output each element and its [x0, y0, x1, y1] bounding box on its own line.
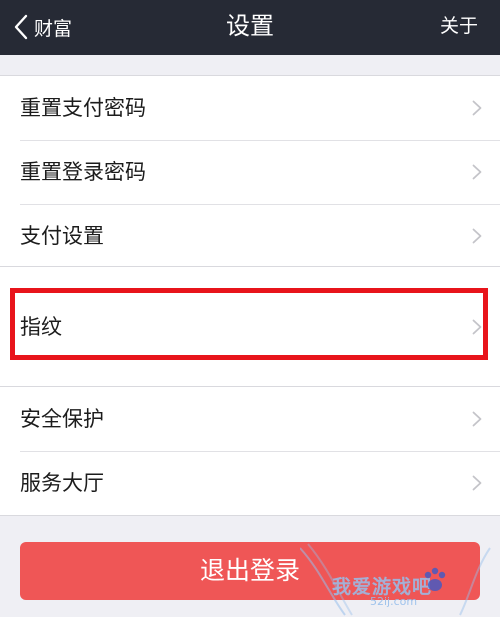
logout-button[interactable]: 退出登录: [20, 542, 480, 600]
list-item-label: 指纹: [20, 315, 62, 339]
list-item-security-protection[interactable]: 安全保护: [0, 387, 500, 451]
list-item-label: 支付设置: [20, 224, 104, 248]
about-button[interactable]: 关于: [440, 12, 478, 42]
settings-group-fingerprint: 指纹: [0, 266, 500, 388]
list-item-fingerprint[interactable]: 指纹: [0, 267, 500, 387]
back-button[interactable]: 财富: [14, 12, 72, 42]
chevron-right-icon: [472, 475, 482, 491]
settings-group-password: 重置支付密码 重置登录密码 支付设置: [0, 75, 500, 269]
chevron-right-icon: [472, 411, 482, 427]
list-item-payment-settings[interactable]: 支付设置: [0, 204, 500, 268]
back-label: 财富: [34, 17, 73, 40]
settings-group-security: 安全保护 服务大厅: [0, 386, 500, 516]
list-item-service-hall[interactable]: 服务大厅: [0, 451, 500, 515]
list-item-label: 重置支付密码: [20, 96, 146, 120]
chevron-right-icon: [472, 228, 482, 244]
list-item-label: 安全保护: [20, 407, 104, 431]
navigation-bar: 财富 设置 关于: [0, 0, 500, 55]
page-title: 设置: [226, 12, 274, 40]
list-item-reset-login-password[interactable]: 重置登录密码: [0, 140, 500, 204]
list-item-reset-pay-password[interactable]: 重置支付密码: [0, 76, 500, 140]
list-item-label: 重置登录密码: [20, 160, 146, 184]
list-item-label: 服务大厅: [20, 471, 104, 495]
chevron-right-icon: [472, 319, 482, 335]
chevron-right-icon: [472, 164, 482, 180]
chevron-left-icon: [14, 14, 28, 40]
chevron-right-icon: [472, 100, 482, 116]
